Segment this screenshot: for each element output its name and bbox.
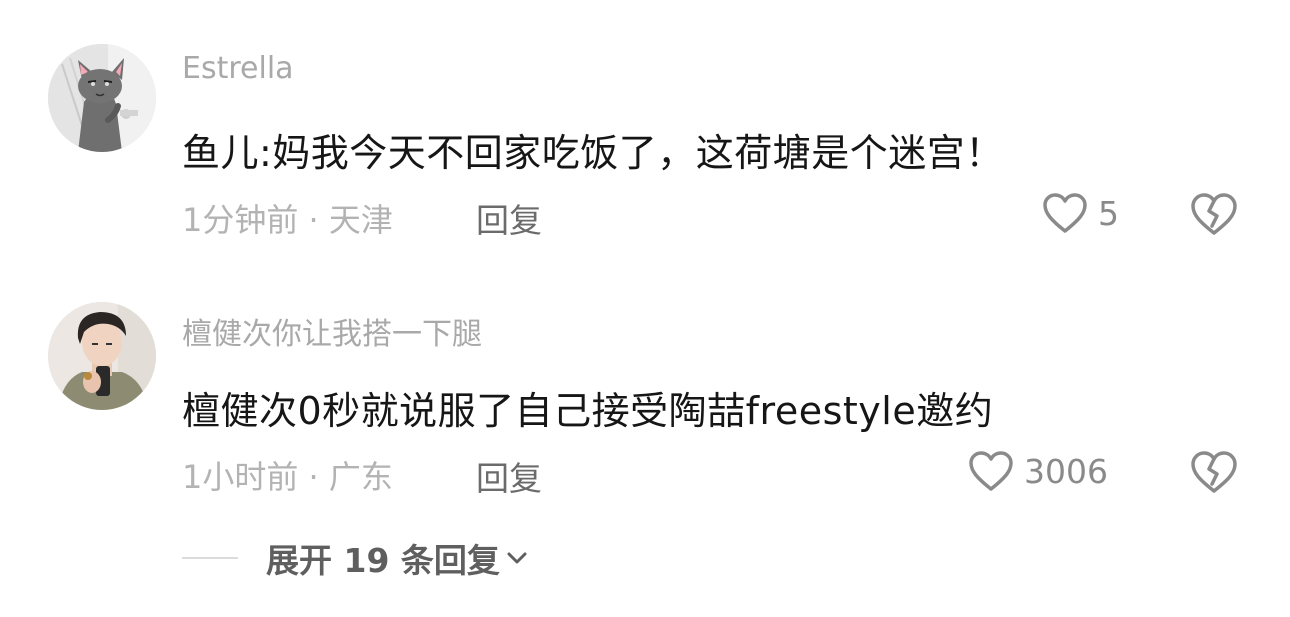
like-count: 5 <box>1098 193 1119 233</box>
divider-line <box>182 557 238 559</box>
comment-time: 1分钟前 <box>182 201 299 239</box>
reply-button[interactable]: 回复 <box>476 452 542 500</box>
comment-location: 天津 <box>328 201 393 239</box>
comment-location: 广东 <box>328 458 393 496</box>
heart-outline-icon <box>1043 193 1087 233</box>
like-count: 3006 <box>1024 451 1108 491</box>
comment-meta: 1分钟前 · 天津 <box>182 195 393 241</box>
chevron-down-icon <box>507 552 527 564</box>
comment-text: 檀健次0秒就说服了自己接受陶喆freestyle邀约 <box>182 389 994 433</box>
reply-button[interactable]: 回复 <box>476 194 542 242</box>
expand-replies-button[interactable]: 展开 19 条回复 <box>182 534 528 582</box>
expand-replies-label: 展开 19 条回复 <box>266 541 500 580</box>
comment-text: 鱼儿:妈我今天不回家吃饭了，这荷塘是个迷宫！ <box>182 131 1004 175</box>
comment-username[interactable]: 檀健次你让我搭一下腿 <box>182 309 482 353</box>
like-button[interactable]: 5 <box>1042 192 1119 234</box>
dislike-button[interactable] <box>1190 192 1238 240</box>
comment-meta: 1小时前 · 广东 <box>182 452 393 498</box>
heart-outline-icon <box>969 451 1013 491</box>
avatar[interactable] <box>48 302 156 410</box>
broken-heart-icon <box>1191 451 1237 493</box>
cat-avatar-icon <box>48 44 156 152</box>
avatar[interactable] <box>48 44 156 152</box>
meta-separator: · <box>298 458 329 496</box>
meta-separator: · <box>298 201 329 239</box>
dislike-button[interactable] <box>1190 450 1238 498</box>
comment-time: 1小时前 <box>182 458 299 496</box>
person-avatar-icon <box>48 302 156 410</box>
comment-username[interactable]: Estrella <box>182 51 294 86</box>
broken-heart-icon <box>1191 193 1237 235</box>
like-button[interactable]: 3006 <box>968 450 1108 492</box>
